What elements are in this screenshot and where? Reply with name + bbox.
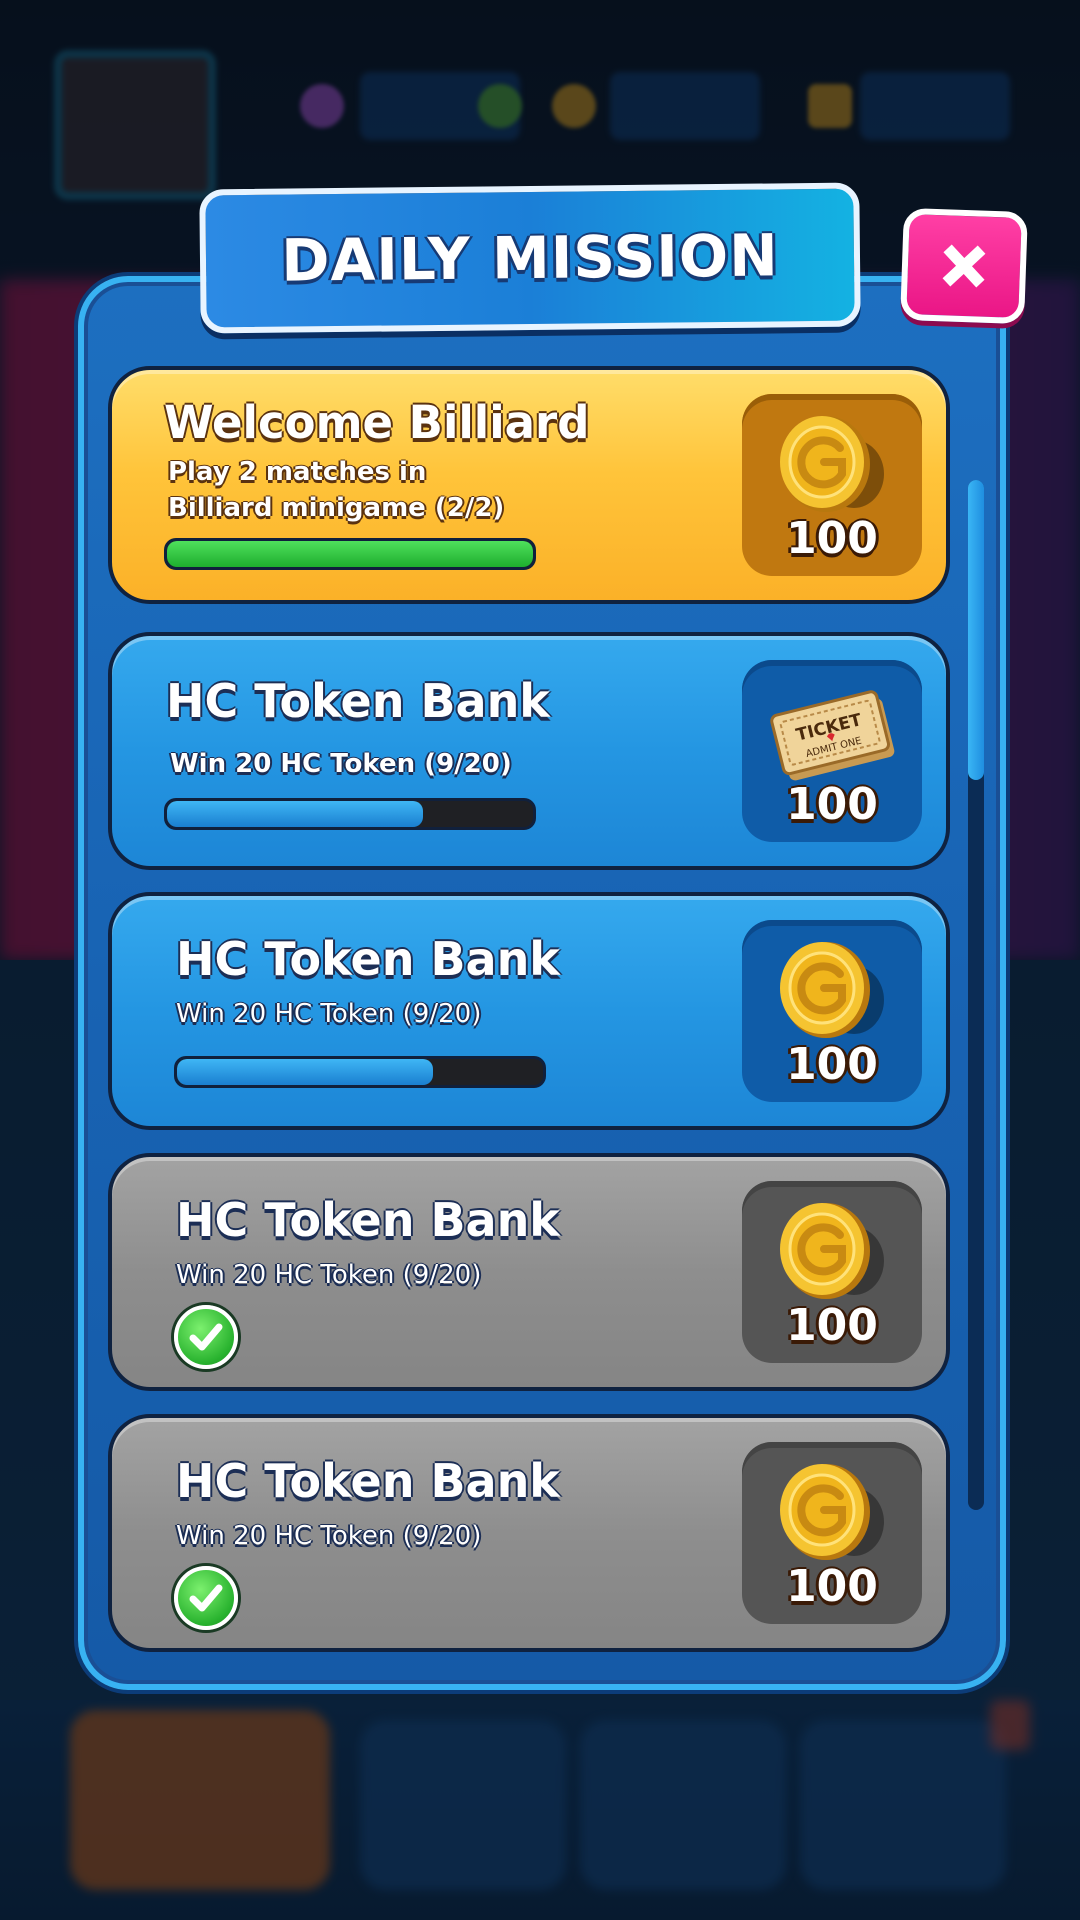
mission-progress-fill — [167, 541, 533, 567]
mission-progress-fill — [177, 1059, 434, 1085]
mission-progress-bar — [164, 538, 536, 570]
mission-card-hc-token-bank: HC Token Bank Win 20 HC Token (9/20) 100 — [108, 892, 950, 1130]
close-button[interactable] — [900, 207, 1028, 325]
mission-progress-bar — [174, 1056, 546, 1088]
mission-description-line: Billiard minigame (2/2) — [168, 493, 505, 523]
mission-description: Win 20 HC Token (9/20) — [176, 1260, 482, 1290]
reward-amount: 100 — [786, 513, 878, 564]
mission-card-hc-token-bank: HC Token Bank Win 20 HC Token (9/20) 100 — [108, 1153, 950, 1391]
mission-card-hc-token-bank: HC Token Bank Win 20 HC Token (9/20) 100 — [108, 1414, 950, 1652]
completed-check-icon — [174, 1305, 238, 1369]
mission-description-line: Play 2 matches in — [168, 457, 427, 487]
scrollbar-thumb[interactable] — [968, 480, 984, 780]
scrollbar[interactable] — [968, 480, 984, 1510]
reward-amount: 100 — [786, 1561, 878, 1612]
mission-description: Win 20 HC Token (9/20) — [176, 1521, 482, 1551]
mission-title: HC Token Bank — [166, 674, 550, 728]
mission-card-welcome-billiard: Welcome Billiard Play 2 matches in Billi… — [108, 366, 950, 604]
mission-description: Win 20 HC Token (9/20) — [170, 749, 512, 779]
reward-box[interactable]: 100 — [742, 1181, 922, 1363]
mission-title: HC Token Bank — [176, 1193, 560, 1247]
close-icon — [942, 244, 986, 288]
mission-description: Play 2 matches in Billiard minigame (2/2… — [168, 454, 504, 526]
completed-check-icon — [174, 1566, 238, 1630]
reward-amount: 100 — [786, 1039, 878, 1090]
reward-amount: 100 — [786, 779, 878, 830]
reward-box[interactable]: TICKET ADMIT ONE 100 — [742, 660, 922, 842]
reward-box[interactable]: 100 — [742, 394, 922, 576]
reward-box[interactable]: 100 — [742, 920, 922, 1102]
title-banner: DAILY MISSION — [199, 182, 861, 334]
mission-title: HC Token Bank — [176, 1454, 560, 1508]
mission-description: Win 20 HC Token (9/20) — [176, 999, 482, 1029]
mission-progress-bar — [164, 798, 536, 830]
mission-title: HC Token Bank — [176, 932, 560, 986]
reward-amount: 100 — [786, 1300, 878, 1351]
mission-title: Welcome Billiard — [164, 396, 590, 449]
page-title: DAILY MISSION — [280, 221, 780, 295]
reward-box[interactable]: 100 — [742, 1442, 922, 1624]
mission-card-hc-token-bank: HC Token Bank Win 20 HC Token (9/20) TIC… — [108, 632, 950, 870]
mission-progress-fill — [167, 801, 424, 827]
